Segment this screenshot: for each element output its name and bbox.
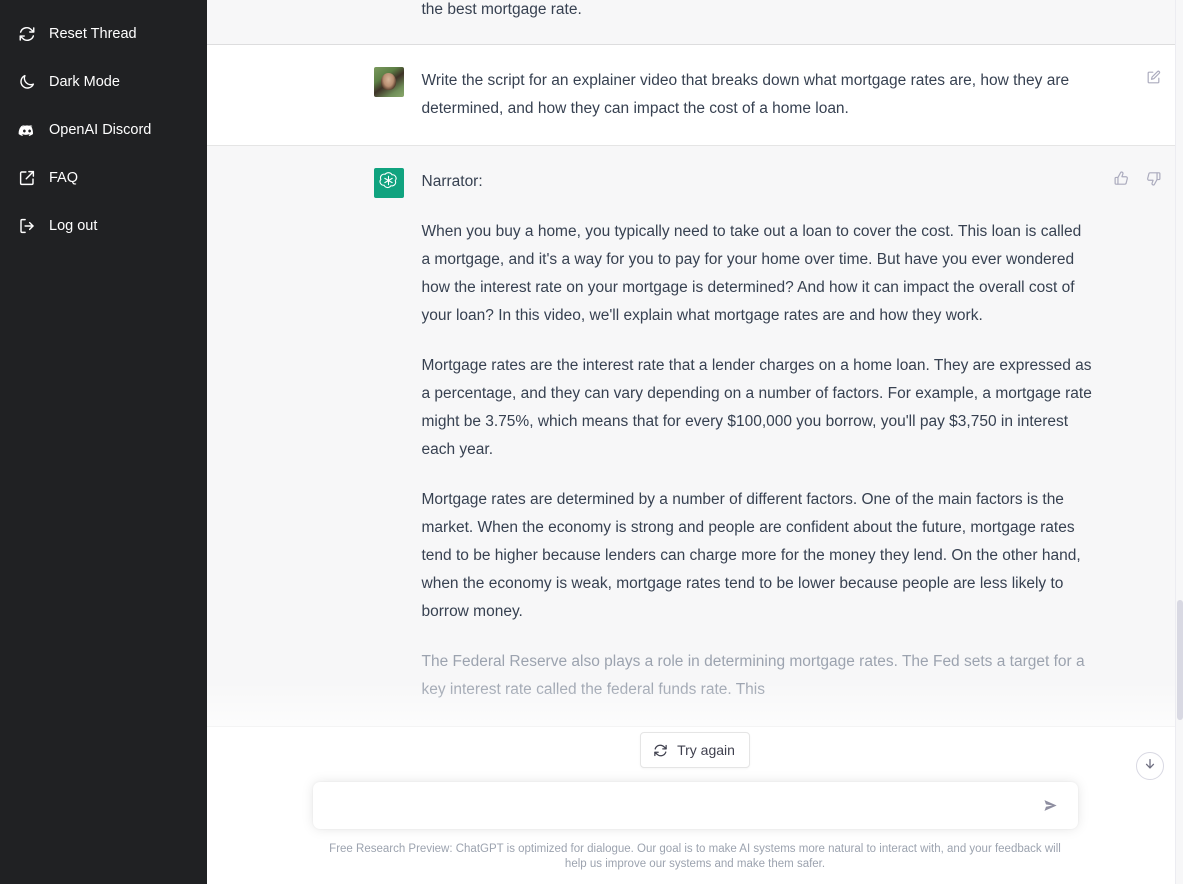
chatgpt-logo-icon — [378, 170, 399, 196]
try-again-wrap: Try again — [207, 732, 1183, 768]
external-link-icon — [18, 169, 36, 187]
message-body: Write the script for an explainer video … — [422, 67, 1164, 123]
chatgpt-app: Reset Thread Dark Mode OpenAI Discord FA… — [0, 0, 1183, 884]
sidebar-item-label: OpenAI Discord — [49, 121, 152, 138]
message-paragraph: Mortgage rates are the interest rate tha… — [421, 357, 1092, 458]
message-paragraph: Mortgage rates are determined by a numbe… — [421, 491, 1081, 620]
message-actions — [1144, 67, 1164, 87]
sidebar-item-faq[interactable]: FAQ — [0, 154, 207, 202]
refresh-icon — [653, 743, 668, 758]
message-row-user: Write the script for an explainer video … — [207, 45, 1183, 146]
thumbs-down-icon[interactable] — [1144, 168, 1164, 188]
reset-icon — [18, 25, 36, 43]
try-again-label: Try again — [677, 742, 735, 758]
sidebar-item-openai-discord[interactable]: OpenAI Discord — [0, 106, 207, 154]
scroll-to-bottom-button[interactable] — [1136, 752, 1164, 780]
sidebar-item-label: FAQ — [49, 169, 79, 186]
message-paragraph: When you buy a home, you typically need … — [421, 223, 1082, 324]
sidebar-item-label: Log out — [49, 217, 98, 234]
arrow-down-circle-icon — [1143, 757, 1157, 776]
sidebar-item-label: Reset Thread — [49, 25, 137, 42]
vertical-scrollbar[interactable] — [1175, 0, 1183, 884]
sidebar-item-log-out[interactable]: Log out — [0, 202, 207, 250]
edit-message-icon[interactable] — [1144, 67, 1164, 87]
message-actions — [1112, 168, 1164, 188]
logout-icon — [18, 217, 36, 235]
avatar — [373, 67, 404, 97]
message-paragraph-streaming: The Federal Reserve also plays a role in… — [421, 653, 1085, 698]
send-button[interactable] — [1036, 791, 1066, 821]
sidebar-item-label: Dark Mode — [49, 73, 120, 90]
avatar — [373, 168, 404, 198]
composer-box[interactable] — [312, 782, 1078, 829]
message-clipped-top: the best mortgage rate. — [207, 0, 1183, 45]
message-paragraph-narrator: Narrator: — [421, 173, 483, 190]
composer-row — [207, 782, 1183, 829]
message-body: Narrator: When you buy a home, you typic… — [422, 168, 1164, 704]
message-text: the best mortgage rate. — [421, 1, 582, 18]
message-text: Write the script for an explainer video … — [421, 72, 1070, 117]
main-content: the best mortgage rate. Write the script… — [207, 0, 1183, 884]
message-row-assistant: Narrator: When you buy a home, you typic… — [207, 146, 1183, 727]
scrollbar-thumb[interactable] — [1177, 600, 1183, 720]
footer-disclaimer: Free Research Preview: ChatGPT is optimi… — [329, 843, 1061, 870]
discord-icon — [18, 121, 36, 139]
thumbs-up-icon[interactable] — [1112, 168, 1132, 188]
sidebar-item-dark-mode[interactable]: Dark Mode — [0, 58, 207, 106]
sidebar-item-reset-thread[interactable]: Reset Thread — [0, 10, 207, 58]
chat-input[interactable] — [328, 782, 1036, 829]
sidebar: Reset Thread Dark Mode OpenAI Discord FA… — [0, 0, 207, 884]
moon-icon — [18, 73, 36, 91]
try-again-button[interactable]: Try again — [640, 732, 750, 768]
